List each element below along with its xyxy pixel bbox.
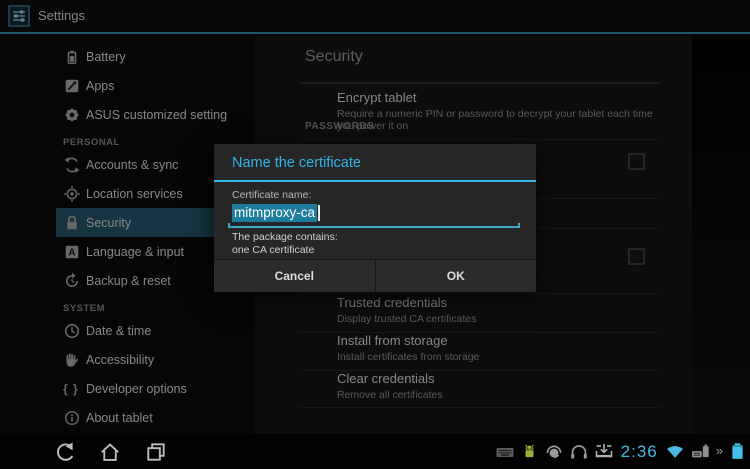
sidebar-item-asus-customized-setting[interactable]: ASUS customized setting bbox=[56, 100, 252, 129]
sidebar-item-label: Location services bbox=[86, 187, 183, 201]
home-icon bbox=[99, 441, 121, 463]
recents-icon bbox=[145, 441, 167, 463]
encrypt-tablet-title: Encrypt tablet bbox=[337, 90, 660, 105]
text-caret bbox=[318, 205, 320, 221]
certificate-name-input[interactable]: mitmproxy-ca bbox=[232, 204, 518, 225]
pref-subtitle: Display trusted CA certificates bbox=[337, 313, 660, 325]
encrypt-tablet-subtitle: Require a numeric PIN or password to dec… bbox=[337, 108, 660, 132]
back-icon bbox=[53, 441, 75, 463]
recents-button[interactable] bbox=[140, 434, 172, 469]
pref-title: Trusted credentials bbox=[337, 295, 660, 310]
keyboard-icon bbox=[495, 442, 515, 462]
sidebar-item-label: Language & input bbox=[86, 245, 184, 259]
language-icon: A bbox=[56, 243, 86, 261]
sync-icon bbox=[56, 156, 86, 174]
accessibility-icon bbox=[56, 351, 86, 369]
sidebar-item-battery[interactable]: Battery bbox=[56, 42, 252, 71]
clock-icon bbox=[56, 322, 86, 340]
status-clock: 2:36 bbox=[621, 442, 658, 462]
dock-battery-icon bbox=[690, 441, 711, 462]
sidebar-item-label: Backup & reset bbox=[86, 274, 171, 288]
certificate-name-value: mitmproxy-ca bbox=[232, 204, 317, 222]
certificate-name-label: Certificate name: bbox=[232, 189, 518, 201]
trusted-credentials-row[interactable]: Trusted credentials Display trusted CA ce… bbox=[337, 295, 660, 331]
sidebar-item-label: Accessibility bbox=[86, 353, 154, 367]
pref-title: Install from storage bbox=[337, 333, 660, 348]
sidebar-item-label: Battery bbox=[86, 50, 126, 64]
settings-app-icon bbox=[8, 5, 30, 27]
package-contains-label: The package contains: bbox=[232, 231, 518, 244]
sidebar-item-developer-options[interactable]: { }Developer options bbox=[56, 374, 252, 403]
sidebar-item-label: Date & time bbox=[86, 324, 151, 338]
backup-icon bbox=[56, 272, 86, 290]
lock-icon bbox=[56, 214, 86, 232]
cancel-button[interactable]: Cancel bbox=[214, 260, 375, 292]
pref-title: Clear credentials bbox=[337, 371, 660, 386]
chevrons-right-icon: » bbox=[716, 444, 723, 457]
battery-icon bbox=[56, 48, 86, 66]
download-icon bbox=[594, 442, 614, 462]
developer-icon: { } bbox=[56, 382, 86, 396]
input-underline bbox=[228, 226, 520, 228]
name-certificate-dialog: Name the certificate Certificate name: m… bbox=[214, 144, 536, 292]
sidebar-item-label: Accounts & sync bbox=[86, 158, 178, 172]
encrypt-tablet-row[interactable]: Encrypt tablet Require a numeric PIN or … bbox=[337, 90, 660, 132]
sidebar-item-label: Apps bbox=[86, 79, 115, 93]
pref-subtitle: Remove all certificates bbox=[337, 389, 660, 401]
info-icon bbox=[56, 409, 86, 427]
sidebar-item-label: Security bbox=[86, 216, 131, 230]
sidebar-section-header: SYSTEM bbox=[56, 295, 252, 316]
make-passwords-visible-checkbox[interactable] bbox=[628, 153, 645, 170]
headphones-icon bbox=[569, 442, 589, 462]
gear-icon bbox=[56, 106, 86, 124]
sidebar-item-date-time[interactable]: Date & time bbox=[56, 316, 252, 345]
headset-icon bbox=[544, 442, 564, 462]
status-tray[interactable]: 2:36 » bbox=[495, 434, 747, 469]
content-right-margin bbox=[692, 36, 750, 434]
page-title: Settings bbox=[38, 0, 85, 32]
clear-credentials-row[interactable]: Clear credentials Remove all certificates bbox=[337, 371, 660, 407]
unknown-sources-checkbox[interactable] bbox=[628, 248, 645, 265]
dialog-button-bar: Cancel OK bbox=[214, 259, 536, 292]
content-title: Security bbox=[305, 48, 363, 66]
home-button[interactable] bbox=[94, 434, 126, 469]
location-icon bbox=[56, 185, 86, 203]
apps-icon bbox=[56, 77, 86, 95]
ok-button[interactable]: OK bbox=[375, 260, 537, 292]
divider bbox=[300, 82, 660, 84]
sidebar-item-label: ASUS customized setting bbox=[86, 108, 227, 122]
system-bar: 2:36 » bbox=[0, 434, 750, 469]
sidebar-item-about-tablet[interactable]: About tablet bbox=[56, 403, 252, 432]
divider bbox=[300, 293, 660, 294]
sidebar-item-accessibility[interactable]: Accessibility bbox=[56, 345, 252, 374]
wifi-icon bbox=[665, 442, 685, 462]
svg-text:A: A bbox=[68, 247, 75, 258]
dialog-title: Name the certificate bbox=[214, 144, 536, 180]
action-bar: Settings bbox=[0, 0, 750, 34]
tablet-screen: Settings Battery Apps ASUS customized sett… bbox=[0, 0, 750, 469]
android-debug-icon bbox=[520, 442, 539, 461]
battery-status-icon bbox=[728, 442, 747, 461]
sidebar-item-apps[interactable]: Apps bbox=[56, 71, 252, 100]
divider bbox=[300, 139, 660, 140]
divider bbox=[300, 407, 660, 408]
install-from-storage-row[interactable]: Install from storage Install certificates… bbox=[337, 333, 660, 369]
pref-subtitle: Install certificates from storage bbox=[337, 351, 660, 363]
back-button[interactable] bbox=[48, 434, 80, 469]
sidebar-item-label: Developer options bbox=[86, 382, 187, 396]
sidebar-item-label: About tablet bbox=[86, 411, 153, 425]
passwords-section-label: PASSWORDS bbox=[305, 121, 374, 132]
package-contents-value: one CA certificate bbox=[232, 244, 518, 257]
